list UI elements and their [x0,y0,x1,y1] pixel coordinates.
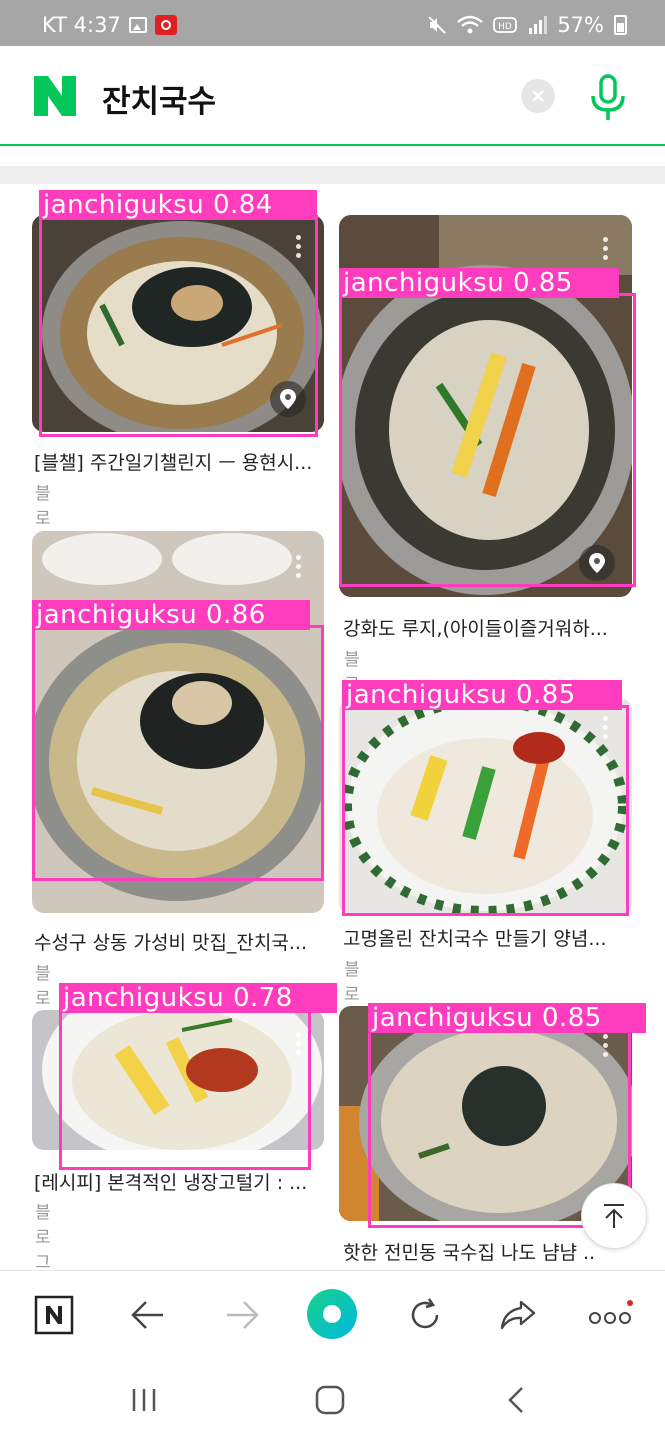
search-query[interactable]: 잔치국수 [102,76,216,121]
detection-box [342,705,629,916]
chevron-left-icon [508,1387,523,1413]
home-button[interactable] [308,1380,352,1420]
arrow-up-icon [604,1204,624,1228]
result-title[interactable]: 핫한 전민동 국수집 나도 냠냠 ... [343,1238,593,1265]
close-icon [532,90,544,102]
detection-label: janchiguksu 0.85 [368,1003,646,1033]
result-title[interactable]: [블챌] 주간일기챌린지 ㅡ 용현시... [34,448,326,475]
wifi-icon [457,15,484,34]
record-icon [154,15,177,35]
naver-n-icon [34,1295,74,1335]
divider [0,166,665,184]
signal-icon [529,16,548,34]
result-title[interactable]: 수성구 상동 가성비 맛집_잔치국... [34,928,326,955]
detection-label: janchiguksu 0.86 [32,600,310,630]
share-button[interactable] [494,1291,542,1339]
green-dot-button[interactable] [305,1287,359,1341]
detection-label: janchiguksu 0.85 [339,268,619,298]
green-dot-icon [307,1289,357,1339]
naver-logo-icon[interactable] [34,76,76,116]
gallery-icon [128,17,147,33]
detection-label: janchiguksu 0.85 [342,680,622,710]
detection-box [339,293,636,587]
refresh-button[interactable] [401,1291,449,1339]
more-dots-icon [589,1300,633,1324]
recent-apps-icon [132,1389,156,1411]
scroll-top-button[interactable] [581,1183,647,1249]
carrier-time: KT 4:37 [42,13,121,37]
more-options-icon[interactable] [603,237,609,263]
naver-home-button[interactable] [30,1291,78,1339]
system-back-button[interactable] [494,1380,538,1420]
hd-icon: HD [493,17,518,33]
result-source: 블로그 [35,1203,51,1273]
refresh-icon [411,1298,439,1329]
clear-search-button[interactable] [521,79,555,113]
battery-text: 57% [557,13,604,37]
more-options-icon[interactable] [296,555,302,581]
browser-bottom-bar [0,1270,665,1360]
microphone-icon[interactable] [588,74,628,122]
detection-box [39,215,318,437]
search-header: 잔치국수 [0,46,665,146]
result-title[interactable]: [레시피] 본격적인 냉장고털기 : ... [34,1168,326,1195]
arrow-right-icon [227,1301,259,1329]
detection-box [59,1008,311,1170]
forward-button[interactable] [218,1291,266,1339]
mute-icon [428,16,447,34]
result-title[interactable]: 고명올린 잔치국수 만들기 양념... [343,924,633,951]
more-menu-button[interactable] [586,1291,634,1339]
recent-apps-button[interactable] [122,1380,166,1420]
share-icon [500,1300,536,1330]
svg-text:HD: HD [498,22,512,32]
detection-label: janchiguksu 0.78 [59,983,337,1013]
battery-icon [614,15,627,35]
arrow-left-icon [131,1301,163,1329]
detection-box [32,625,324,881]
home-square-icon [315,1385,345,1415]
system-navigation-bar [0,1360,665,1440]
back-button[interactable] [124,1291,172,1339]
result-title[interactable]: 강화도 루지,(아이들이즐거워하... [343,614,633,641]
status-bar: KT 4:37 HD 57% [0,0,665,46]
detection-label: janchiguksu 0.84 [39,190,317,220]
